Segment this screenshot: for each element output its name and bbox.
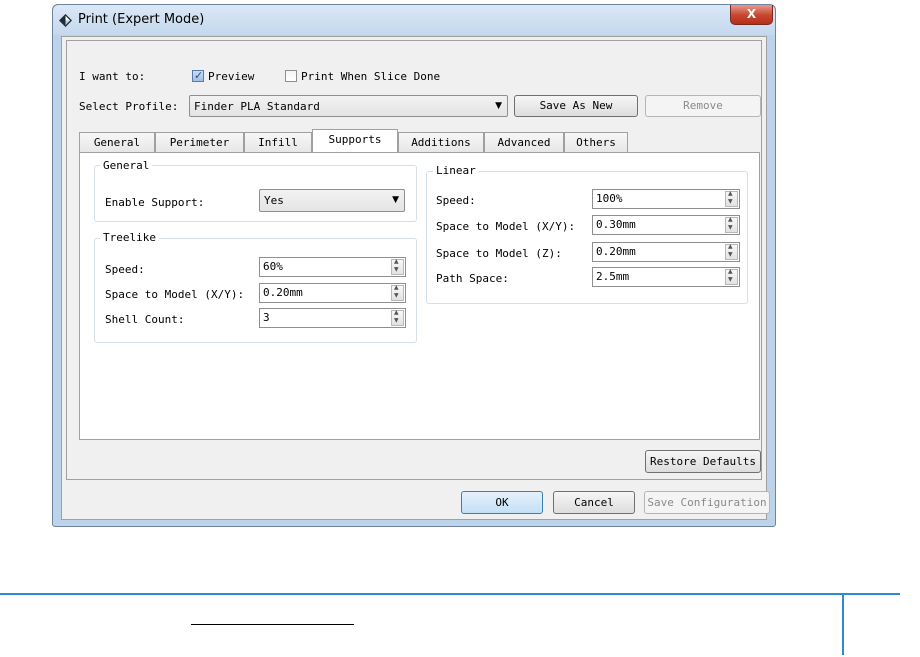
chevron-down-icon: ▼ bbox=[495, 101, 502, 111]
linear-space-xy-value: 0.30mm bbox=[596, 218, 636, 231]
treelike-group-title: Treelike bbox=[100, 231, 159, 244]
linear-space-xy-label: Space to Model (X/Y): bbox=[436, 220, 576, 233]
treelike-space-xy-value: 0.20mm bbox=[263, 286, 303, 299]
save-as-new-button[interactable]: Save As New bbox=[514, 95, 638, 117]
profile-select-value: Finder PLA Standard bbox=[194, 100, 320, 113]
linear-speed-value: 100% bbox=[596, 192, 623, 205]
blue-divider-line bbox=[0, 593, 900, 595]
close-button[interactable]: X bbox=[730, 5, 773, 25]
treelike-speed-value: 60% bbox=[263, 260, 283, 273]
profile-select[interactable]: Finder PLA Standard ▼ bbox=[189, 95, 508, 117]
enable-support-label: Enable Support: bbox=[105, 196, 205, 209]
chevron-down-icon: ▼ bbox=[392, 195, 399, 205]
spin-arrows-icon[interactable] bbox=[725, 216, 738, 233]
print-when-done-checkbox[interactable] bbox=[285, 70, 297, 82]
linear-space-z-spinbox[interactable]: 0.20mm bbox=[592, 242, 740, 262]
linear-space-z-label: Space to Model (Z): bbox=[436, 247, 562, 260]
supports-tab-page: General Enable Support: Yes ▼ Treelike S… bbox=[79, 152, 760, 440]
print-expert-dialog: Print (Expert Mode) X I want to: Preview… bbox=[52, 4, 776, 527]
preview-label[interactable]: Preview bbox=[208, 70, 254, 83]
spin-arrows-icon[interactable] bbox=[725, 190, 738, 207]
path-space-value: 2.5mm bbox=[596, 270, 630, 283]
print-when-done-label[interactable]: Print When Slice Done bbox=[301, 70, 440, 83]
treelike-space-xy-spinbox[interactable]: 0.20mm bbox=[259, 283, 406, 303]
shell-count-value: 3 bbox=[263, 311, 270, 324]
save-configuration-button[interactable]: Save Configuration bbox=[644, 491, 770, 514]
tab-infill[interactable]: Infill bbox=[244, 132, 312, 152]
window-title: Print (Expert Mode) bbox=[78, 12, 205, 27]
title-bar[interactable]: Print (Expert Mode) X bbox=[53, 5, 775, 35]
linear-space-z-value: 0.20mm bbox=[596, 245, 636, 258]
treelike-speed-spinbox[interactable]: 60% bbox=[259, 257, 406, 277]
select-profile-label: Select Profile: bbox=[79, 100, 179, 113]
linear-speed-spinbox[interactable]: 100% bbox=[592, 189, 740, 209]
tab-perimeter[interactable]: Perimeter bbox=[155, 132, 244, 152]
spin-arrows-icon[interactable] bbox=[725, 243, 738, 260]
app-diamond-icon bbox=[59, 14, 72, 27]
tab-additions[interactable]: Additions bbox=[398, 132, 484, 152]
linear-group-title: Linear bbox=[433, 164, 479, 177]
tab-others[interactable]: Others bbox=[564, 132, 628, 152]
general-group-title: General bbox=[100, 159, 153, 172]
linear-space-xy-spinbox[interactable]: 0.30mm bbox=[592, 215, 740, 235]
blue-vertical-line bbox=[842, 593, 844, 655]
spin-arrows-icon[interactable] bbox=[391, 309, 404, 326]
shell-count-spinbox[interactable]: 3 bbox=[259, 308, 406, 328]
restore-defaults-button[interactable]: Restore Defaults bbox=[645, 450, 761, 473]
path-space-spinbox[interactable]: 2.5mm bbox=[592, 267, 740, 287]
treelike-speed-label: Speed: bbox=[105, 263, 145, 276]
spin-arrows-icon[interactable] bbox=[391, 258, 404, 275]
preview-checkbox[interactable] bbox=[192, 69, 204, 82]
enable-support-value: Yes bbox=[264, 194, 284, 207]
spin-arrows-icon[interactable] bbox=[725, 268, 738, 285]
enable-support-select[interactable]: Yes ▼ bbox=[259, 189, 405, 212]
treelike-space-xy-label: Space to Model (X/Y): bbox=[105, 288, 245, 301]
linear-speed-label: Speed: bbox=[436, 194, 476, 207]
path-space-label: Path Space: bbox=[436, 272, 509, 285]
underline-rule bbox=[191, 624, 354, 625]
i-want-to-label: I want to: bbox=[79, 70, 146, 83]
remove-button[interactable]: Remove bbox=[645, 95, 761, 117]
ok-button[interactable]: OK bbox=[461, 491, 543, 514]
dialog-body: I want to: Preview Print When Slice Done… bbox=[61, 36, 770, 520]
tab-advanced[interactable]: Advanced bbox=[484, 132, 564, 152]
shell-count-label: Shell Count: bbox=[105, 313, 185, 326]
spin-arrows-icon[interactable] bbox=[391, 284, 404, 301]
cancel-button[interactable]: Cancel bbox=[553, 491, 635, 514]
tab-supports[interactable]: Supports bbox=[312, 129, 398, 152]
tab-general[interactable]: General bbox=[79, 132, 155, 152]
